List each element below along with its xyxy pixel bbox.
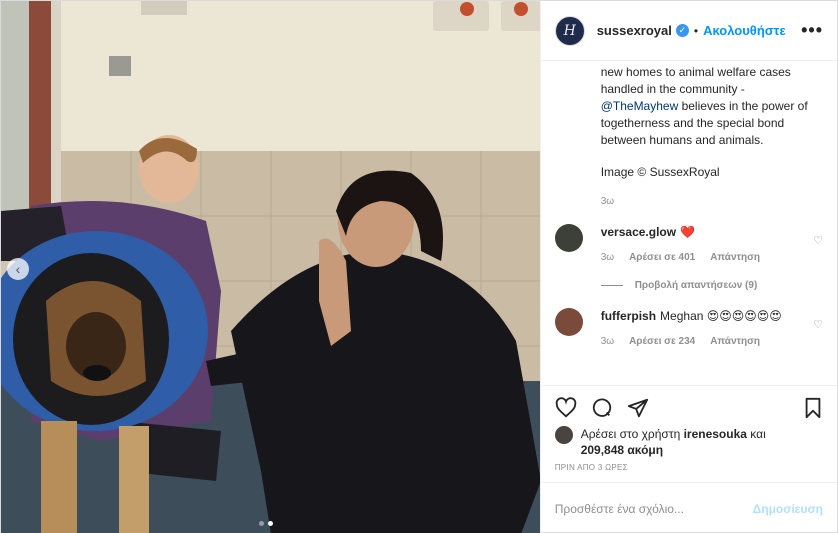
- likes-middle: και: [746, 427, 766, 441]
- carousel-dot: [259, 521, 264, 526]
- liker-avatar[interactable]: [554, 426, 573, 444]
- post-header: H sussexroyal ✓ • Ακολουθήστε •••: [540, 1, 837, 61]
- comment-body: fufferpish Meghan 😍😍😍😍😍😍 3ω Αρέσει σε 234…: [601, 308, 812, 350]
- commenter-username[interactable]: fufferpish: [601, 309, 656, 323]
- commenter-avatar[interactable]: [554, 224, 583, 252]
- share-paper-plane-icon[interactable]: [627, 397, 649, 419]
- likes-text: Αρέσει στο χρήστη irenesouka και 209,848…: [581, 426, 766, 458]
- like-comment-heart-icon[interactable]: ♡: [813, 318, 823, 331]
- verified-badge-icon: ✓: [675, 24, 689, 37]
- view-replies-label: Προβολή απαντήσεων (9): [634, 280, 758, 291]
- instagram-post: ‹ H sussexroyal ✓ • Ακολουθήστε ••• new …: [0, 0, 838, 533]
- like-heart-icon[interactable]: [555, 397, 577, 419]
- comment-time: 3ω: [600, 336, 615, 347]
- reply-button[interactable]: Απάντηση: [710, 334, 760, 350]
- add-comment-bar: Δημοσίευση: [540, 482, 837, 533]
- replies-line: [600, 285, 623, 286]
- likes-count[interactable]: 209,848 ακόμη: [581, 443, 663, 457]
- comment-likes-count[interactable]: Αρέσει σε 234: [629, 334, 695, 350]
- likes-prefix: Αρέσει στο χρήστη: [580, 427, 684, 441]
- comment-item: fufferpish Meghan 😍😍😍😍😍😍 3ω Αρέσει σε 234…: [554, 308, 823, 350]
- reply-button[interactable]: Απάντηση: [710, 250, 760, 266]
- comment-bubble-icon[interactable]: [591, 397, 613, 419]
- caption-text: new homes to animal welfare cases handle…: [601, 64, 823, 149]
- comments-section[interactable]: new homes to animal welfare cases handle…: [541, 61, 837, 385]
- comment-actions: 3ω Αρέσει σε 401 Απάντηση: [601, 250, 760, 266]
- post-caption: new homes to animal welfare cases handle…: [555, 61, 823, 181]
- comment-actions: 3ω Αρέσει σε 234 Απάντηση: [601, 334, 782, 350]
- carousel-indicator: [259, 521, 273, 526]
- caption-line: new homes to animal welfare cases handle…: [600, 65, 791, 96]
- follow-button[interactable]: Ακολουθήστε: [703, 23, 786, 38]
- likes-summary: Αρέσει στο χρήστη irenesouka και 209,848…: [554, 426, 823, 458]
- author-username[interactable]: sussexroyal: [597, 23, 672, 38]
- photo-illustration: [1, 1, 540, 533]
- comment-text: ❤️: [680, 225, 696, 239]
- liker-username[interactable]: irenesouka: [684, 427, 747, 441]
- post-photo[interactable]: ‹: [1, 1, 540, 533]
- comment-body: versace.glow ❤️ 3ω Αρέσει σε 401 Απάντηση: [601, 224, 790, 266]
- author-avatar[interactable]: H: [554, 15, 585, 46]
- action-icons: [555, 394, 823, 422]
- mention-link[interactable]: @TheMayhew: [601, 99, 679, 113]
- comment-likes-count[interactable]: Αρέσει σε 401: [629, 250, 695, 266]
- avatar-monogram: H: [563, 22, 576, 39]
- post-side-panel: H sussexroyal ✓ • Ακολουθήστε ••• new ho…: [539, 1, 837, 533]
- save-bookmark-icon[interactable]: [803, 397, 823, 419]
- commenter-avatar[interactable]: [554, 308, 583, 336]
- caption-time: 3ω: [600, 196, 615, 207]
- comment-item: versace.glow ❤️ 3ω Αρέσει σε 401 Απάντηση…: [554, 224, 823, 266]
- post-actions: Αρέσει στο χρήστη irenesouka και 209,848…: [540, 385, 837, 482]
- post-timestamp: ΠΡΙΝ ΑΠΟ 3 ΩΡΕΣ: [554, 463, 628, 472]
- more-options-icon[interactable]: •••: [801, 20, 823, 41]
- comment-time: 3ω: [600, 252, 615, 263]
- view-replies-button[interactable]: Προβολή απαντήσεων (9): [600, 280, 823, 291]
- header-separator: •: [693, 23, 699, 38]
- carousel-dot-active: [268, 521, 273, 526]
- commenter-username[interactable]: versace.glow: [601, 225, 676, 239]
- caption-credit: Image © SussexRoyal: [600, 165, 720, 179]
- comment-text: Meghan 😍😍😍😍😍😍: [660, 309, 782, 323]
- like-comment-heart-icon[interactable]: ♡: [813, 234, 823, 247]
- comment-input[interactable]: [554, 501, 753, 516]
- publish-comment-button[interactable]: Δημοσίευση: [753, 502, 823, 516]
- previous-photo-arrow-icon[interactable]: ‹: [7, 258, 29, 280]
